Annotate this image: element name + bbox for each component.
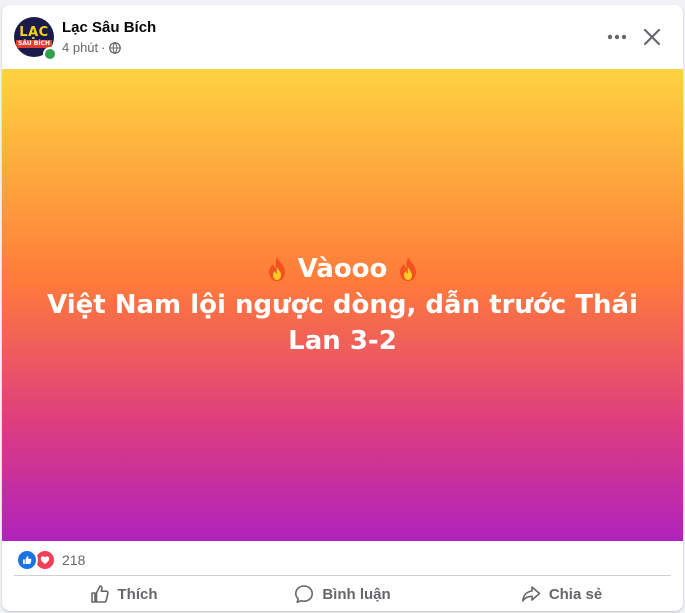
reaction-count[interactable]: 218 xyxy=(62,552,85,568)
comment-icon xyxy=(295,585,314,603)
post-actions: Thích Bình luận Chia sẻ xyxy=(14,577,671,611)
like-label: Thích xyxy=(117,585,158,603)
post-time[interactable]: 4 phút xyxy=(62,40,98,55)
post-background[interactable]: Vàooo Việt Nam lội ngược dòng, dẫn trước… xyxy=(2,69,683,541)
share-label: Chia sẻ xyxy=(548,585,603,603)
online-status-dot xyxy=(43,47,57,61)
author-name[interactable]: Lạc Sâu Bích xyxy=(62,19,156,36)
reactions-summary[interactable]: 218 xyxy=(16,549,85,571)
post-text: Vàooo Việt Nam lội ngược dòng, dẫn trước… xyxy=(43,251,643,359)
comment-label: Bình luận xyxy=(322,585,391,603)
close-icon xyxy=(643,28,661,46)
fire-emoji-icon xyxy=(268,257,285,281)
share-button[interactable]: Chia sẻ xyxy=(452,577,671,611)
post-meta: 4 phút · xyxy=(62,40,121,55)
fire-emoji-icon xyxy=(400,257,417,281)
more-dots-icon xyxy=(607,34,627,40)
like-reaction-icon xyxy=(16,549,38,571)
heart-icon xyxy=(40,556,50,564)
post-text-line1: Vàooo xyxy=(297,254,388,284)
like-icon xyxy=(90,585,109,603)
actions-divider xyxy=(14,575,671,576)
post-header: LẠC SÂU BÍCH Lạc Sâu Bích 4 phút · xyxy=(2,5,683,69)
meta-separator: · xyxy=(101,40,106,55)
post-card: LẠC SÂU BÍCH Lạc Sâu Bích 4 phút · Vàooo… xyxy=(2,5,683,611)
thumbs-up-icon xyxy=(23,556,32,564)
share-icon xyxy=(521,586,541,602)
comment-button[interactable]: Bình luận xyxy=(233,577,452,611)
post-text-line2: Việt Nam lội ngược dòng, dẫn trước Thái … xyxy=(47,290,638,356)
avatar-logo-text-top: LẠC xyxy=(19,25,49,40)
globe-icon[interactable] xyxy=(108,41,121,54)
post-text-line1-row: Vàooo xyxy=(43,251,643,287)
like-button[interactable]: Thích xyxy=(14,577,233,611)
close-button[interactable] xyxy=(637,22,667,52)
more-options-button[interactable] xyxy=(602,22,632,52)
